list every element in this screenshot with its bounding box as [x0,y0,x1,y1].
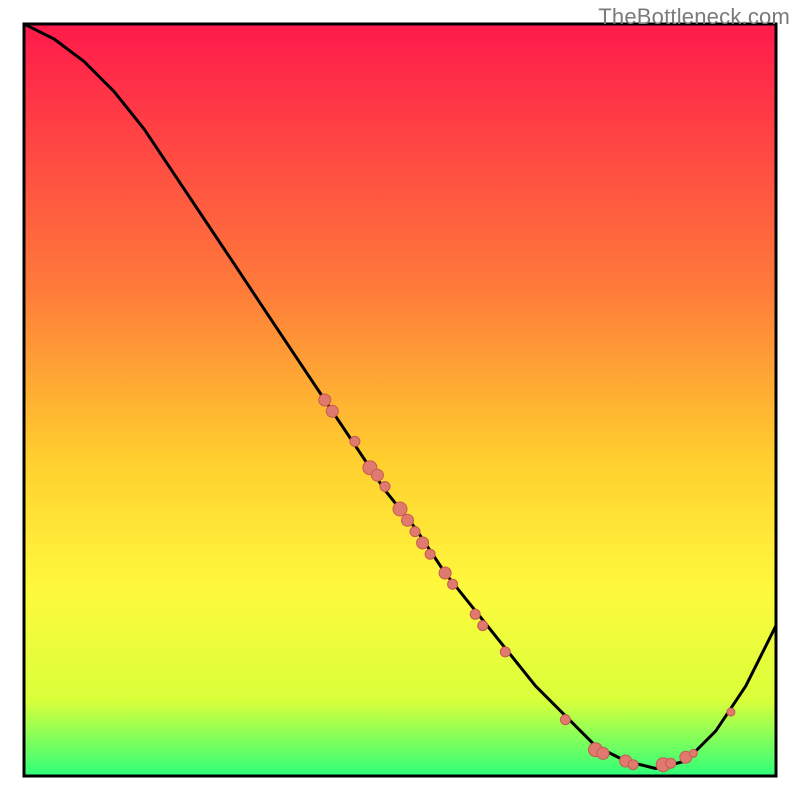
curve-marker [500,647,510,657]
curve-marker [478,621,488,631]
plot-background [24,24,776,776]
curve-marker [402,514,414,526]
curve-marker [425,549,435,559]
curve-marker [689,749,697,757]
curve-marker [628,760,638,770]
curve-marker [597,747,609,759]
curve-marker [319,394,331,406]
curve-marker [560,715,570,725]
curve-marker [350,436,360,446]
curve-marker [470,609,480,619]
curve-marker [393,502,407,516]
brand-watermark: TheBottleneck.com [598,4,790,30]
curve-marker [727,708,735,716]
curve-marker [380,482,390,492]
curve-marker [417,537,429,549]
curve-marker [448,579,458,589]
curve-marker [371,469,383,481]
chart-stage: TheBottleneck.com [0,0,800,800]
curve-marker [439,567,451,579]
curve-marker [326,405,338,417]
curve-marker [666,758,676,768]
bottleneck-chart [0,0,800,800]
curve-marker [410,527,420,537]
